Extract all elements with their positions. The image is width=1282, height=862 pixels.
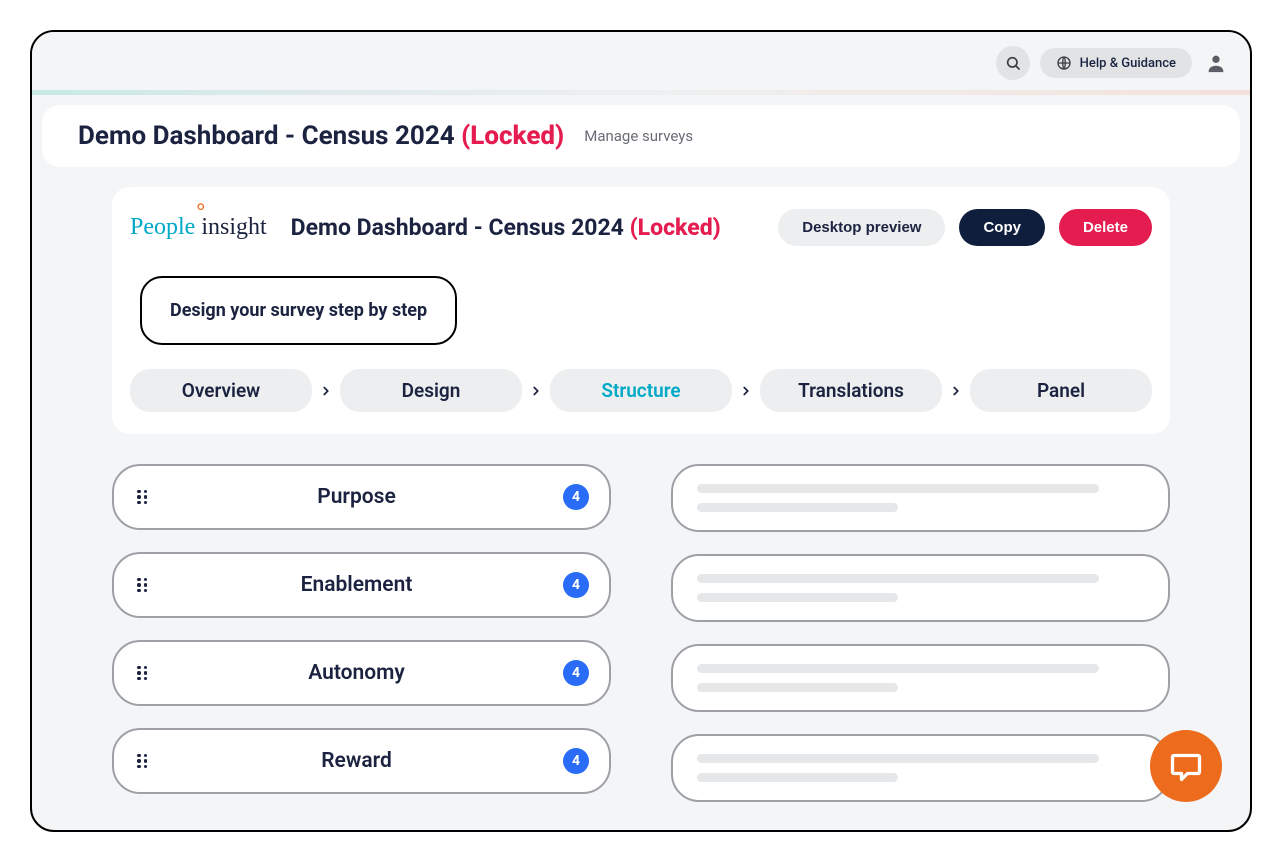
category-label: Reward xyxy=(150,749,563,773)
globe-icon xyxy=(1056,55,1072,71)
category-reward[interactable]: Reward4 xyxy=(112,728,611,794)
structure-content: Purpose4Enablement4Autonomy4Reward4 xyxy=(112,464,1170,802)
locked-badge: (Locked) xyxy=(461,121,564,151)
placeholder-card xyxy=(671,644,1170,712)
step-instruction-box: Design your survey step by step xyxy=(140,276,457,345)
placeholder-list xyxy=(671,464,1170,802)
drag-handle-icon[interactable] xyxy=(134,754,150,769)
chevron-right-icon xyxy=(526,381,546,401)
category-enablement[interactable]: Enablement4 xyxy=(112,552,611,618)
category-label: Autonomy xyxy=(150,661,563,685)
drag-handle-icon[interactable] xyxy=(134,578,150,593)
placeholder-card xyxy=(671,554,1170,622)
builder-header: People ° insight Demo Dashboard - Census… xyxy=(130,209,1152,246)
category-purpose[interactable]: Purpose4 xyxy=(112,464,611,530)
chevron-right-icon xyxy=(316,381,336,401)
count-badge: 4 xyxy=(563,660,589,686)
placeholder-card xyxy=(671,464,1170,532)
tab-panel[interactable]: Panel xyxy=(970,369,1152,412)
tab-overview[interactable]: Overview xyxy=(130,369,312,412)
page-title: Demo Dashboard - Census 2024 (Locked) xyxy=(78,121,564,151)
category-list: Purpose4Enablement4Autonomy4Reward4 xyxy=(112,464,611,802)
page-title-card: Demo Dashboard - Census 2024 (Locked) Ma… xyxy=(42,105,1240,167)
count-badge: 4 xyxy=(563,484,589,510)
placeholder-card xyxy=(671,734,1170,802)
count-badge: 4 xyxy=(563,572,589,598)
desktop-preview-button[interactable]: Desktop preview xyxy=(778,209,945,246)
survey-builder-card: People ° insight Demo Dashboard - Census… xyxy=(112,187,1170,434)
app-frame: Help & Guidance Demo Dashboard - Census … xyxy=(30,30,1252,832)
profile-button[interactable] xyxy=(1202,49,1230,77)
gradient-divider xyxy=(32,90,1250,95)
builder-tabs: Overview Design Structure Translations Panel xyxy=(130,369,1152,412)
user-icon xyxy=(1205,52,1227,74)
tab-design[interactable]: Design xyxy=(340,369,522,412)
tab-structure[interactable]: Structure xyxy=(550,369,732,412)
manage-surveys-link[interactable]: Manage surveys xyxy=(584,127,693,145)
tab-translations[interactable]: Translations xyxy=(760,369,942,412)
chevron-right-icon xyxy=(946,381,966,401)
drag-handle-icon[interactable] xyxy=(134,490,150,505)
search-icon xyxy=(1005,55,1021,71)
search-button[interactable] xyxy=(996,46,1030,80)
category-label: Purpose xyxy=(150,485,563,509)
builder-title: Demo Dashboard - Census 2024 (Locked) xyxy=(291,214,721,241)
help-guidance-button[interactable]: Help & Guidance xyxy=(1040,48,1192,78)
category-label: Enablement xyxy=(150,573,563,597)
chevron-right-icon xyxy=(736,381,756,401)
copy-button[interactable]: Copy xyxy=(959,209,1045,246)
help-label: Help & Guidance xyxy=(1080,56,1176,71)
category-autonomy[interactable]: Autonomy4 xyxy=(112,640,611,706)
delete-button[interactable]: Delete xyxy=(1059,209,1152,246)
drag-handle-icon[interactable] xyxy=(134,666,150,681)
count-badge: 4 xyxy=(563,748,589,774)
peopleinsight-logo: People ° insight xyxy=(130,214,267,241)
chat-fab-button[interactable] xyxy=(1150,730,1222,802)
topbar: Help & Guidance xyxy=(32,32,1250,90)
chat-icon xyxy=(1168,748,1204,784)
builder-locked-badge: (Locked) xyxy=(630,214,721,241)
